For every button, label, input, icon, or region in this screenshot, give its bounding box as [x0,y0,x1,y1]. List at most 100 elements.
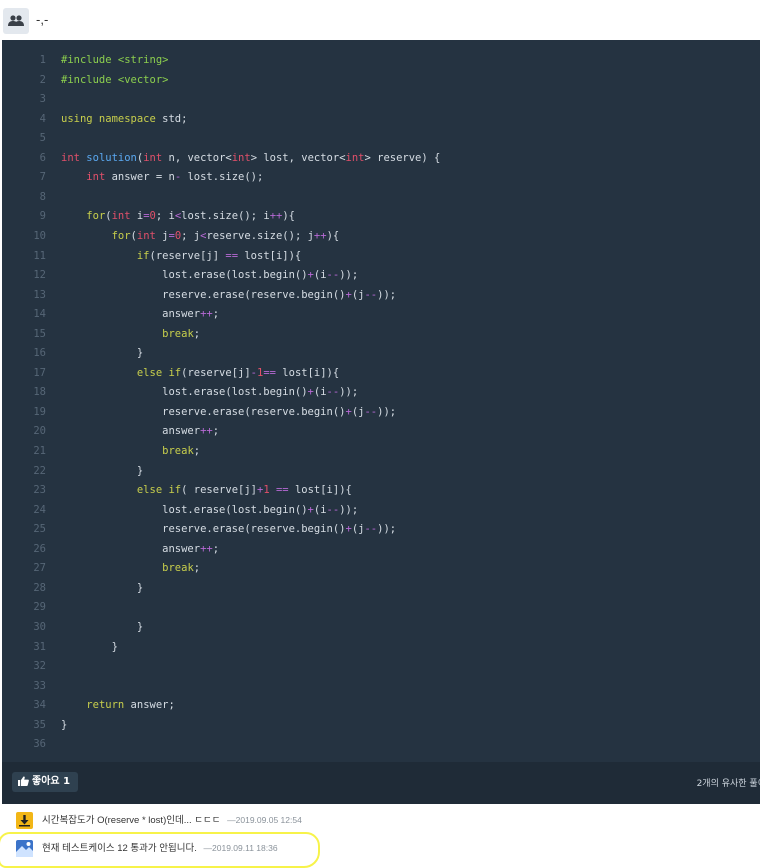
line-number: 7 [39,171,46,184]
code-text: break; [162,327,201,340]
line-number: 22 [33,464,46,477]
line-number: 8 [39,190,46,203]
line-number: 36 [33,738,46,751]
code-text: } [61,620,144,633]
line-number: 1 [39,54,46,66]
code-line: 7 int answer = n- lost.size(); [2,168,760,187]
line-number: 24 [33,503,46,516]
comment-item: 시간복잡도가 O(reserve * lost)인데... ㄷㄷㄷ —2019.… [16,809,756,831]
code-line: 29 [2,598,760,617]
code-text: reserve.erase(reserve.begin()+(j--)); [61,405,397,418]
code-line: 24 lost.erase(lost.begin()+(i--)); [2,501,760,520]
code-line: 5 [2,129,760,148]
comment-date: —2019.09.05 12:54 [227,815,302,825]
line-number: 26 [33,542,46,555]
code-text: if(reserve[j] == lost[i]){ [136,249,302,262]
line-number: 5 [39,132,46,145]
line-number: 13 [33,288,46,301]
line-number: 3 [39,93,46,106]
line-number: 35 [33,718,46,731]
code-text: reserve.erase(reserve.begin()+(j--)); [61,288,397,301]
code-line: 13 reserve.erase(reserve.begin()+(j--)); [2,286,760,305]
code-line: 36 [2,735,760,754]
code-text: else if( reserve[j]+1 == lost[i]){ [136,484,352,497]
code-text: } [61,640,118,653]
download-arrow-icon[interactable] [16,812,33,829]
line-number: 4 [39,112,46,125]
code-line: 19 reserve.erase(reserve.begin()+(j--)); [2,403,760,422]
code-line: 14 answer++; [2,305,760,324]
code-text: } [61,464,144,477]
comment-list: 시간복잡도가 O(reserve * lost)인데... ㄷㄷㄷ —2019.… [2,804,760,868]
line-number: 10 [33,229,46,242]
code-block: 1 #include <string> 2 #include <vector> 3 4 us… [2,40,760,762]
code-line: 28 } [2,579,760,598]
line-number: 19 [33,405,46,418]
line-number: 21 [33,445,46,457]
line-number: 2 [39,73,46,86]
code-line: 22 } [2,462,760,481]
line-number: 6 [39,151,46,164]
code-line: 12 lost.erase(lost.begin()+(i--)); [2,266,760,285]
code-line: 11 if(reserve[j] == lost[i]){ [2,247,760,266]
thumbs-up-icon [18,776,29,786]
code-text: } [61,718,68,731]
comment-content: 현재 테스트케이스 12 통과가 안됩니다. —2019.09.11 18:36 [42,840,278,854]
code-line: 21 break; [2,442,760,461]
code-text: break; [162,445,201,457]
code-line: 4 using namespace std; [2,110,760,129]
code-text: #include <string> [61,54,169,66]
code-text: answer++; [61,542,220,555]
code-text: answer++; [61,308,220,321]
line-number: 14 [33,308,46,321]
comment-text: 시간복잡도가 O(reserve * lost)인데... ㄷㄷㄷ [42,815,221,826]
code-line: 16 } [2,344,760,363]
code-text: using namespace std; [61,112,188,125]
similar-solutions-link[interactable]: 2개의 유사한 풀이 [697,776,760,789]
like-button[interactable]: 좋아요 1 [12,772,79,792]
code-text: lost.erase(lost.begin()+(i--)); [61,269,359,282]
line-number: 18 [33,386,46,399]
code-text: answer++; [61,425,220,438]
comment-date: —2019.09.11 18:36 [203,843,278,853]
comment-item: 현재 테스트케이스 12 통과가 안됩니다. —2019.09.11 18:36 [16,837,756,859]
code-text: break; [162,562,201,575]
code-line: 27 break; [2,559,760,578]
code-line: 6 int solution(int n, vector<int> lost, v… [2,149,760,168]
code-text: for(int i=0; i<lost.size(); i++){ [86,210,295,223]
code-text: lost.erase(lost.begin()+(i--)); [61,386,359,399]
code-line: 26 answer++; [2,540,760,559]
code-text: int solution(int n, vector<int> lost, ve… [61,151,441,164]
code-line: 15 break; [2,325,760,344]
code-line: 25 reserve.erase(reserve.begin()+(j--)); [2,520,760,539]
like-label: 좋아요 1 [32,776,71,787]
line-number: 29 [33,601,46,614]
code-text: reserve.erase(reserve.begin()+(j--)); [61,523,397,536]
code-line: 17 else if(reserve[j]-1== lost[i]){ [2,364,760,383]
solution-footer: 좋아요 1 2개의 유사한 풀이 [2,762,760,804]
comment-text: 현재 테스트케이스 12 통과가 안됩니다. [42,843,197,854]
username[interactable]: -,- [36,12,48,27]
line-number: 33 [33,679,46,692]
code-line: 18 lost.erase(lost.begin()+(i--)); [2,383,760,402]
code-text: } [61,581,144,594]
code-line: 23 else if( reserve[j]+1 == lost[i]){ [2,481,760,500]
code-line: 30 } [2,618,760,637]
user-group-icon[interactable] [3,8,29,34]
code-line: 9 for(int i=0; i<lost.size(); i++){ [2,207,760,226]
code-line: 8 [2,188,760,207]
line-number: 32 [33,660,46,673]
line-number: 15 [33,327,46,340]
line-number: 31 [33,640,46,653]
line-number: 28 [33,581,46,594]
post-header: -,- [0,0,760,40]
code-text: int answer = n- lost.size(); [86,171,264,184]
code-line: 34 return answer; [2,696,760,715]
code-line: 31 } [2,638,760,657]
code-text: for(int j=0; j<reserve.size(); j++){ [111,229,340,242]
landscape-avatar-icon[interactable] [16,840,33,857]
code-text: return answer; [86,699,175,712]
code-line: 10 for(int j=0; j<reserve.size(); j++){ [2,227,760,246]
line-number: 27 [33,562,46,575]
code-text: else if(reserve[j]-1== lost[i]){ [136,366,340,379]
